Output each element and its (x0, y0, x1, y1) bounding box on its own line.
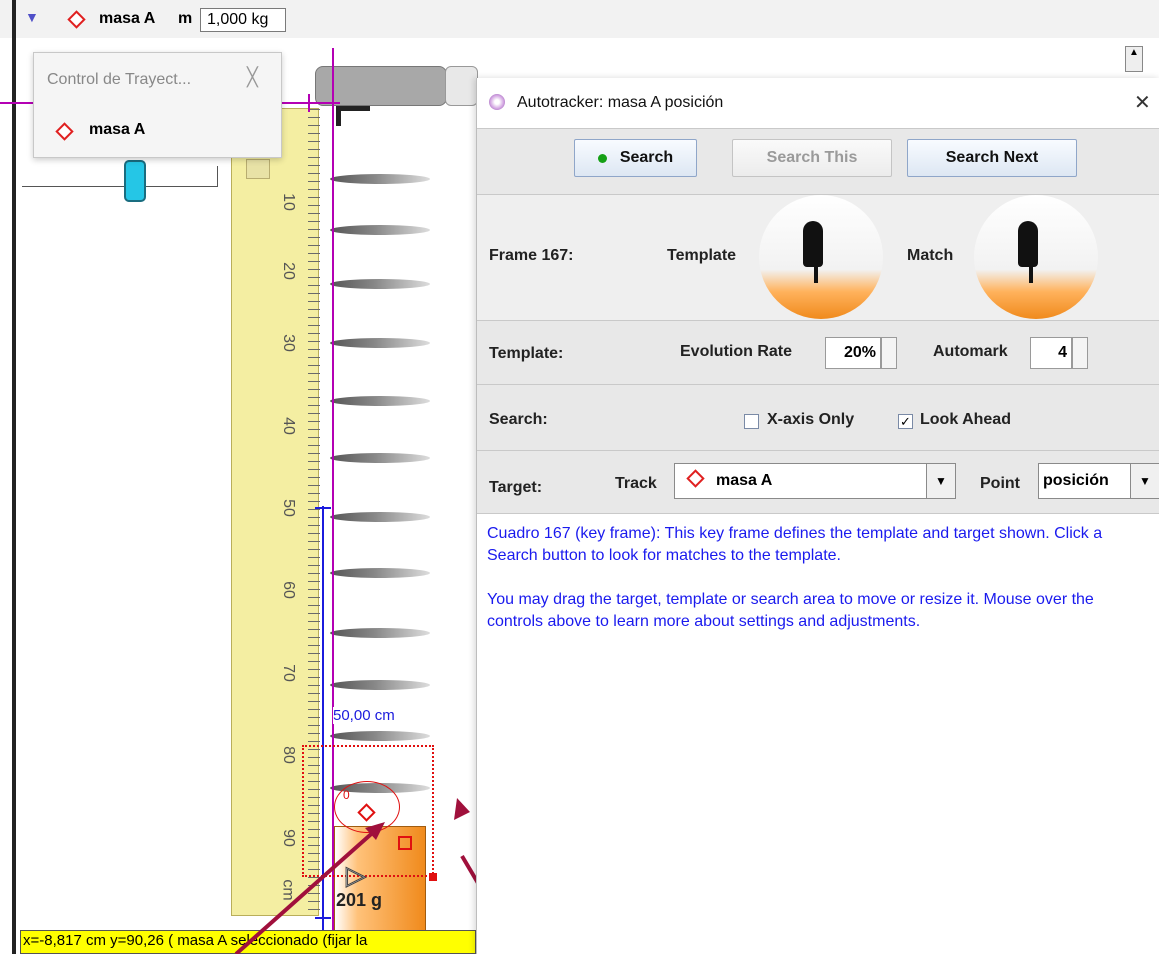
track-name[interactable]: masa A (99, 10, 155, 28)
toolbar-divider (12, 0, 16, 38)
mass-field[interactable]: 1,000 kg (200, 8, 286, 32)
template-row-label: Template: (489, 345, 564, 362)
target-row-label: Target: (489, 479, 543, 496)
annotation-arrowhead-right (454, 798, 470, 820)
look-ahead-label[interactable]: Look Ahead (920, 411, 1011, 429)
search-buttons-row: Search Search This Search Next (477, 128, 1159, 195)
scroll-up-button[interactable]: ▲ (1125, 46, 1143, 72)
target-row: Target: Track masa A ▼ Point posición ▼ (477, 450, 1159, 514)
track-select-diamond-icon (686, 469, 705, 490)
evolution-rate-field[interactable]: 20% (825, 337, 881, 369)
x-axis-only-label[interactable]: X-axis Only (767, 411, 854, 429)
mass-label: m (178, 10, 193, 27)
search-button-label: Search (619, 149, 674, 166)
look-ahead-checkbox[interactable]: ✓ (898, 414, 913, 429)
x-axis-only-checkbox[interactable] (744, 414, 759, 429)
match-hook-shape (1018, 221, 1038, 267)
template-image-label: Template (667, 247, 737, 264)
chevron-down-icon[interactable]: ▼ (1130, 464, 1159, 498)
track-select[interactable]: masa A ▼ (674, 463, 956, 499)
search-next-button[interactable]: Search Next (907, 139, 1077, 177)
search-options-row: Search: X-axis Only ✓ Look Ahead (477, 384, 1159, 451)
help-message-line1: Cuadro 167 (key frame): This key frame d… (487, 525, 1103, 564)
dialog-title: Autotracker: masa A posición (517, 94, 724, 111)
help-message: Cuadro 167 (key frame): This key frame d… (487, 523, 1147, 633)
search-this-button[interactable]: Search This (732, 139, 892, 177)
point-label: Point (980, 475, 1020, 492)
point-select[interactable]: posición ▼ (1038, 463, 1159, 499)
frame-label: Frame 167: (489, 247, 574, 264)
frame-preview-row: Frame 167: Template Match (477, 194, 1159, 321)
search-button[interactable]: Search (574, 139, 697, 177)
track-diamond-icon (67, 10, 86, 31)
annotation-arrow-right (460, 854, 476, 884)
popup-close-icon[interactable]: ╳ (247, 67, 258, 88)
popup-title: Control de Trayect... (47, 71, 192, 88)
track-control-popup[interactable]: Control de Trayect... ╳ masa A (33, 52, 282, 158)
video-panel[interactable]: 10 20 30 40 50 60 70 80 90 cm 50,00 cm 2… (0, 38, 478, 954)
popup-track-diamond-icon (55, 122, 74, 143)
toolbar: ▼ masa A m 1,000 kg (0, 0, 1159, 38)
dialog-close-icon[interactable]: ✕ (1134, 90, 1151, 115)
automark-spinner[interactable] (1072, 337, 1088, 369)
match-image-label: Match (907, 247, 954, 264)
dialog-titlebar[interactable]: Autotracker: masa A posición ✕ (477, 78, 1159, 128)
evolution-rate-spinner[interactable] (881, 337, 897, 369)
autotracker-dialog[interactable]: Autotracker: masa A posición ✕ Search Se… (476, 78, 1159, 954)
point-select-value: posición (1043, 472, 1109, 489)
template-hook-shape (803, 221, 823, 267)
template-image (759, 195, 883, 319)
search-row-label: Search: (489, 411, 548, 428)
status-dot-icon (597, 153, 607, 163)
chevron-down-icon[interactable]: ▼ (926, 464, 955, 498)
template-hook-stem (814, 265, 818, 283)
evolution-rate-label: Evolution Rate (680, 343, 793, 360)
template-settings-row: Template: Evolution Rate 20% Automark 4 (477, 320, 1159, 385)
match-hook-stem (1029, 265, 1033, 283)
track-select-value: masa A (716, 472, 773, 489)
popup-track-item[interactable]: masa A (89, 121, 145, 139)
help-message-line2: You may drag the target, template or sea… (487, 591, 1094, 630)
track-label: Track (615, 475, 657, 492)
automark-label: Automark (933, 343, 1008, 360)
annotation-arrow-left (234, 826, 380, 954)
automark-field[interactable]: 4 (1030, 337, 1072, 369)
match-image (974, 195, 1098, 319)
app-icon (489, 94, 505, 110)
annotation-arrows (234, 822, 476, 954)
track-dropdown-icon[interactable]: ▼ (25, 9, 39, 25)
